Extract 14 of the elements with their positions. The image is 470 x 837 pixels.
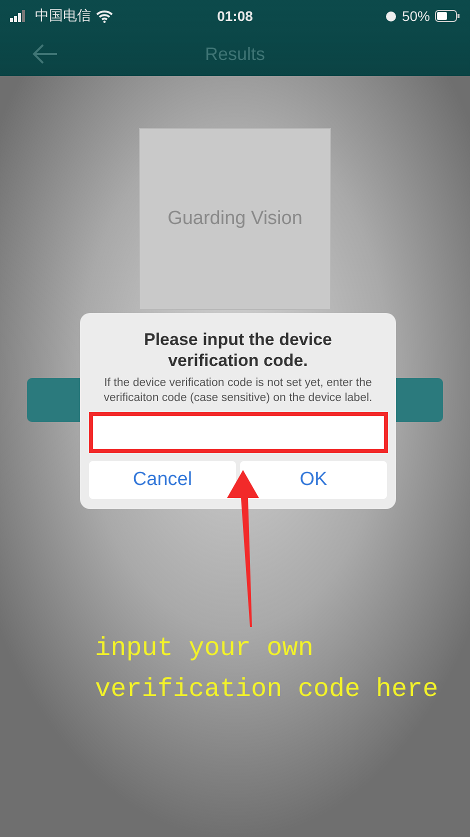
arrow-icon (226, 470, 260, 628)
dialog-title: Please input the device verification code. (142, 329, 333, 371)
battery-icon (435, 10, 460, 22)
ok-button[interactable]: OK (240, 461, 387, 499)
status-time: 01:08 (217, 8, 253, 24)
wifi-icon (96, 10, 113, 22)
input-field[interactable] (88, 412, 388, 453)
battery-percent: 50% (402, 8, 430, 24)
back-arrow-icon[interactable] (32, 44, 58, 64)
dialog-message: If the device verification code is not set yet, enter the verificaiton code (case sensitive) on the device label. (102, 376, 374, 406)
logo-text: Guarding Vision (168, 208, 302, 230)
carrier-name: 中国电信 (35, 7, 91, 25)
annotation-text: input your own verification code here (95, 632, 440, 706)
cancel-button[interactable]: Cancel (89, 461, 236, 499)
